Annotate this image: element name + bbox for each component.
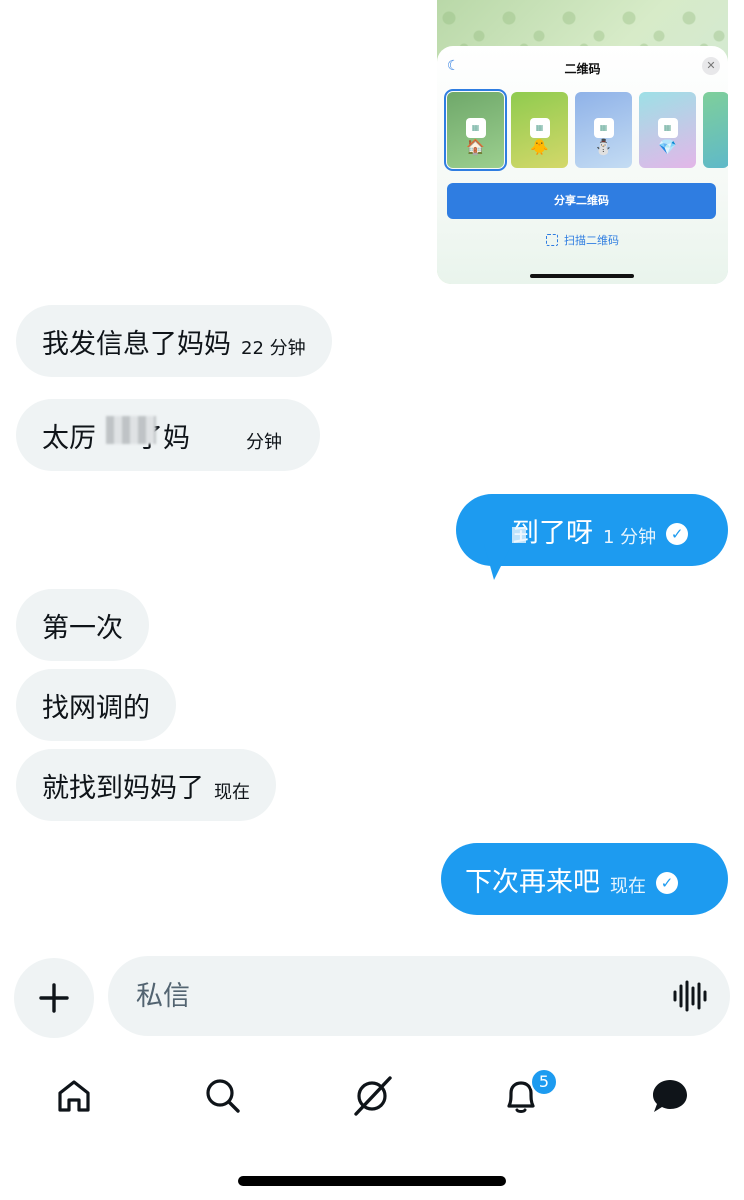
message-text: 我发信息了妈妈 [42,328,231,360]
home-indicator [238,1176,506,1186]
messages-icon [653,1080,687,1112]
qr-theme-option: ▦ ⛄ [575,92,632,168]
grok-icon [354,1076,392,1116]
message-time: 1 分钟 [603,527,657,548]
qr-sheet-title: 二维码 [564,62,601,76]
qr-code-icon: ▦ [529,118,550,138]
voice-message-icon[interactable] [672,980,708,1012]
theme-emoji: 🏠 [466,138,485,156]
message-time: 分钟 [246,432,282,453]
message-input[interactable] [136,956,656,1036]
bubble-tail [484,544,512,580]
message-bubble-incoming[interactable]: 我发信息了妈妈 22 分钟 [16,305,332,377]
qr-theme-option: ▦ 🏠 [444,89,507,171]
tab-home[interactable] [50,1072,98,1120]
message-text: 下次再来吧 [465,866,600,898]
theme-emoji: 💎 [658,138,677,156]
theme-emoji: 🐥 [530,138,549,156]
message-bubble-incoming[interactable]: 太厉 了妈 分钟 [16,399,320,471]
read-check-icon: ✓ [666,523,689,545]
scan-qr-link: 扫描二维码 [437,232,728,248]
notification-count-badge: 5 [530,1068,558,1096]
plus-icon [39,983,69,1013]
message-bubble-incoming[interactable]: 找网调的 [16,669,176,741]
message-time: 现在 [610,876,646,897]
qr-code-icon: ▦ [657,118,678,138]
home-indicator-mini [530,274,634,278]
qr-theme-option: ▦ 💎 [639,92,696,168]
redaction-blur [106,416,156,444]
qr-theme-option [703,92,728,168]
message-text: 第一次 [42,612,123,644]
qr-theme-option: ▦ 🐥 [511,92,568,168]
message-time: 现在 [214,782,250,803]
add-media-button[interactable] [14,958,94,1038]
message-bubble-incoming[interactable]: 就找到妈妈了 现在 [16,749,276,821]
share-qr-button: 分享二维码 [447,183,716,219]
tab-grok[interactable] [348,1072,396,1120]
home-icon [58,1080,90,1112]
theme-emoji: ⛄ [594,138,613,156]
qr-code-icon: ▦ [465,118,486,138]
shared-screenshot-image[interactable]: ☾ 二维码 ✕ ▦ 🏠 ▦ 🐥 ▦ ⛄ ▦ 💎 分享二维码 扫描二维码 [437,0,728,284]
close-icon: ✕ [702,57,720,75]
message-bubble-incoming[interactable]: 第一次 [16,589,149,661]
scan-qr-label: 扫描二维码 [564,234,619,247]
tab-messages[interactable] [646,1072,694,1120]
bottom-tab-bar: 5 [0,1060,744,1130]
message-time: 22 分钟 [241,338,306,359]
qr-theme-list: ▦ 🏠 ▦ 🐥 ▦ ⛄ ▦ 💎 [444,89,728,171]
redaction-blur [512,527,526,543]
message-bubble-outgoing[interactable]: 下次再来吧 现在 ✓ [441,843,728,915]
message-composer [108,956,730,1036]
message-text: 找网调的 [42,692,150,724]
message-text: 太厉 [42,422,96,454]
message-text: 就找到妈妈了 [42,772,204,804]
search-icon [206,1079,240,1113]
scan-icon [546,234,558,246]
tab-search[interactable] [199,1072,247,1120]
qr-code-icon: ▦ [593,118,614,138]
qr-code-sheet: ☾ 二维码 ✕ ▦ 🏠 ▦ 🐥 ▦ ⛄ ▦ 💎 分享二维码 扫描二维码 [437,46,728,284]
read-check-icon: ✓ [656,872,678,894]
